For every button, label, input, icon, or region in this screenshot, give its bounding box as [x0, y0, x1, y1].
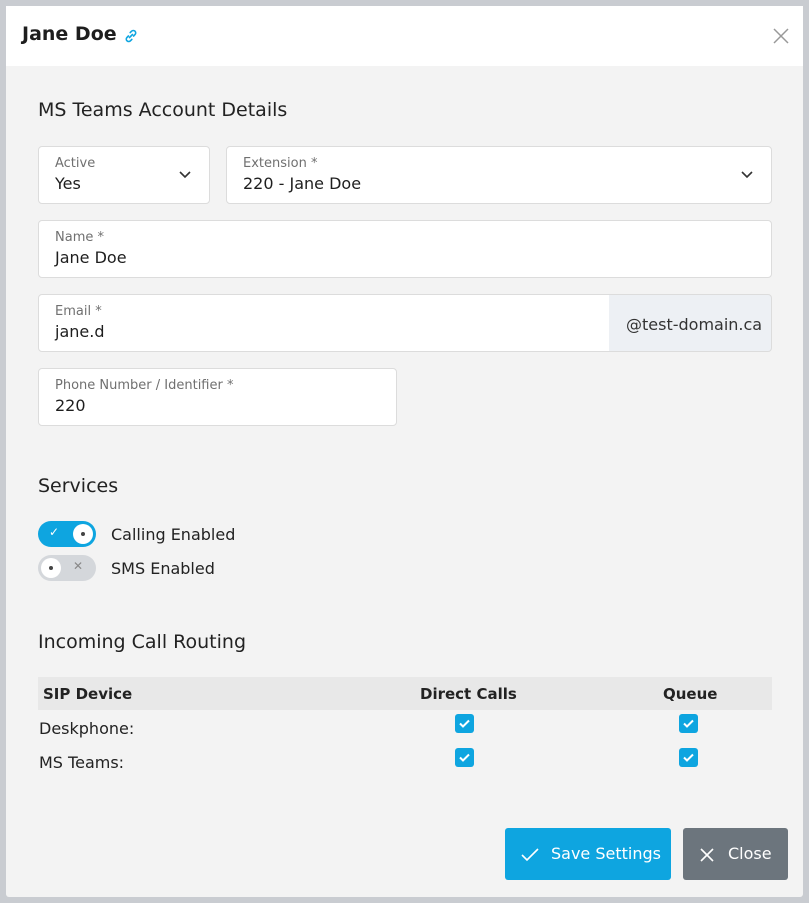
active-label: Active [55, 156, 96, 171]
phone-field[interactable]: Phone Number / Identifier * 220 [38, 368, 397, 426]
modal-header: Jane Doe [6, 6, 803, 66]
account-details-heading: MS Teams Account Details [38, 99, 288, 121]
close-button[interactable]: Close [683, 828, 788, 880]
chevron-down-icon [741, 171, 753, 179]
email-value: jane.d [55, 322, 105, 341]
extension-select[interactable]: Extension * 220 - Jane Doe [226, 146, 772, 204]
email-label: Email * [55, 304, 102, 319]
check-icon: ✓ [49, 525, 60, 539]
sms-toggle[interactable]: ✕ [38, 555, 96, 581]
sms-label: SMS Enabled [111, 559, 215, 578]
chevron-down-icon [179, 171, 191, 179]
row-deskphone-label: Deskphone: [39, 719, 135, 738]
phone-label: Phone Number / Identifier * [55, 378, 234, 393]
services-heading: Services [38, 475, 119, 497]
active-select[interactable]: Active Yes [38, 146, 210, 204]
modal-title: Jane Doe [22, 23, 117, 45]
email-field[interactable]: Email * jane.d [38, 294, 610, 352]
link-icon[interactable] [123, 28, 139, 44]
col-direct-calls: Direct Calls [420, 685, 517, 703]
check-icon [521, 848, 539, 862]
active-value: Yes [55, 174, 81, 193]
calling-label: Calling Enabled [111, 525, 236, 544]
extension-label: Extension * [243, 156, 318, 171]
close-icon [700, 848, 714, 862]
extension-value: 220 - Jane Doe [243, 174, 362, 193]
name-field[interactable]: Name * Jane Doe [38, 220, 772, 278]
toggle-knob [73, 524, 93, 544]
calling-toggle[interactable]: ✓ [38, 521, 96, 547]
col-sip-device: SIP Device [43, 685, 133, 703]
save-settings-label: Save Settings [551, 844, 661, 863]
account-modal: Jane Doe MS Teams Account Details Active… [6, 6, 803, 897]
row-msteams-label: MS Teams: [39, 753, 125, 772]
toggle-knob [41, 558, 61, 578]
phone-value: 220 [55, 396, 86, 415]
close-icon[interactable] [771, 26, 791, 46]
x-icon: ✕ [73, 559, 84, 573]
save-settings-button[interactable]: Save Settings [505, 828, 671, 880]
deskphone-queue-checkbox[interactable] [679, 714, 698, 733]
email-domain-addon: @test-domain.ca [609, 294, 772, 352]
routing-heading: Incoming Call Routing [38, 631, 246, 653]
deskphone-direct-checkbox[interactable] [455, 714, 474, 733]
routing-table-header: SIP Device Direct Calls Queue [38, 677, 772, 710]
name-label: Name * [55, 230, 104, 245]
col-queue: Queue [663, 685, 718, 703]
msteams-queue-checkbox[interactable] [679, 748, 698, 767]
close-label: Close [728, 844, 772, 863]
email-domain-text: @test-domain.ca [626, 315, 763, 334]
msteams-direct-checkbox[interactable] [455, 748, 474, 767]
name-value: Jane Doe [55, 248, 127, 267]
